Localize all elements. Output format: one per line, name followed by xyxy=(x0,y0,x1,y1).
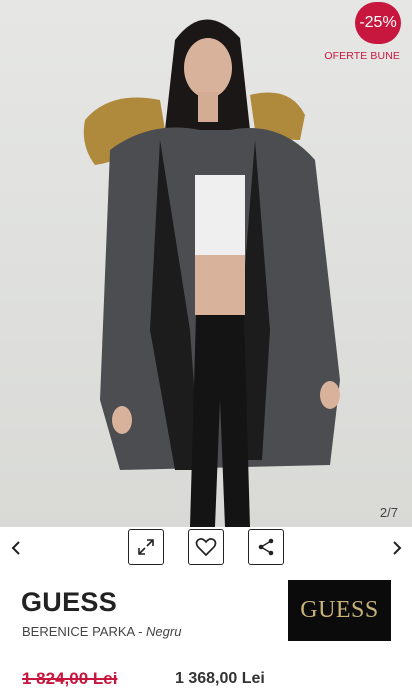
heart-icon xyxy=(195,538,217,557)
product-name: BERENICE PARKA xyxy=(22,624,135,639)
expand-arrows-icon xyxy=(138,539,154,555)
image-counter: 2/7 xyxy=(379,505,398,520)
product-color: Negru xyxy=(146,624,182,639)
next-image-button[interactable] xyxy=(385,535,409,561)
wishlist-button[interactable] xyxy=(188,529,224,565)
product-title: BERENICE PARKA - Negru xyxy=(22,624,181,639)
product-photo[interactable]: -25% OFERTE BUNE 2/7 xyxy=(0,0,412,527)
share-button[interactable] xyxy=(248,529,284,565)
brand-logo-text: GUESS xyxy=(300,597,379,623)
brand-name[interactable]: GUESS xyxy=(21,587,117,618)
share-icon xyxy=(258,538,274,556)
brand-logo[interactable]: GUESS xyxy=(288,580,391,641)
discount-caption: OFERTE BUNE xyxy=(324,50,400,62)
gallery-toolbar xyxy=(0,527,412,571)
current-price: 1 368,00 Lei xyxy=(175,670,265,687)
chevron-left-icon xyxy=(11,541,20,555)
name-separator: - xyxy=(134,624,147,639)
expand-button[interactable] xyxy=(128,529,164,565)
model-image xyxy=(83,19,340,527)
chevron-right-icon xyxy=(393,541,402,555)
discount-badge: -25% xyxy=(355,2,401,44)
previous-image-button[interactable] xyxy=(4,535,28,561)
old-price: 1 824,00 Lei xyxy=(22,669,118,688)
